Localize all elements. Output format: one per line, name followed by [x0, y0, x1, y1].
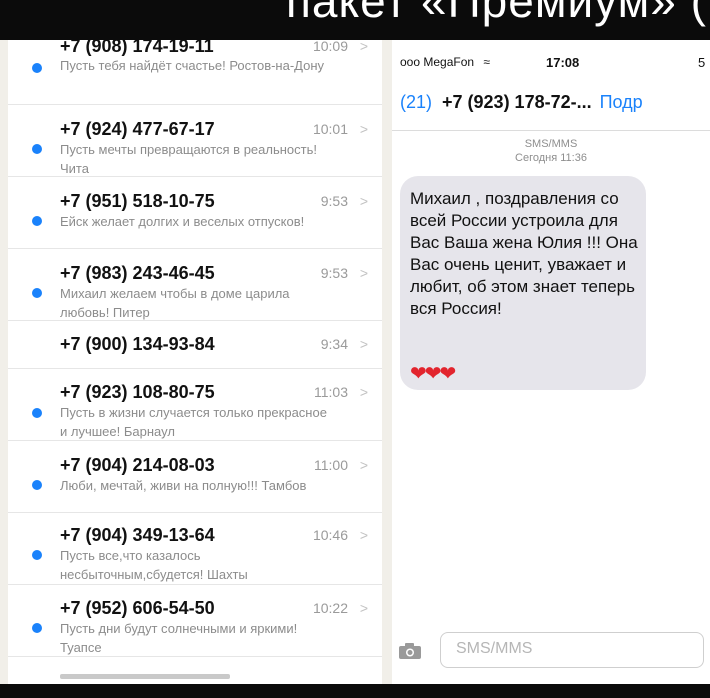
- chevron-right-icon: >: [359, 40, 368, 54]
- unread-dot-icon: [32, 550, 42, 560]
- wifi-icon: ≈: [483, 55, 490, 69]
- list-item[interactable]: +7 (952) 606-54-50 10:22 > Пусть дни буд…: [8, 584, 382, 657]
- status-time: 17:08: [546, 55, 580, 70]
- chat-screen: ooo MegaFon ≈ 17:08 5 (21) +7 (923) 178-7…: [392, 40, 710, 684]
- battery-level: 5: [698, 55, 706, 70]
- list-item[interactable]: +7 (951) 518-10-75 9:53 > Ейск желает до…: [8, 176, 382, 249]
- sender-number: +7 (983) 243-46-45: [60, 263, 215, 283]
- slide-frame: пакет «Премиум» ( +7 (908) 174-19-11 10:…: [0, 0, 710, 698]
- unread-dot-icon: [32, 623, 42, 633]
- conversation-list: +7 (908) 174-19-11 10:09 > Пусть тебя на…: [8, 40, 382, 684]
- message-time: 10:01: [312, 121, 348, 137]
- list-item[interactable]: +7 (900) 134-93-84 9:34 >: [8, 320, 382, 369]
- sender-number: +7 (924) 477-67-17: [60, 119, 215, 139]
- chevron-right-icon: >: [359, 265, 368, 281]
- message-time: 10:22: [312, 600, 348, 616]
- message-time: 11:03: [314, 384, 348, 400]
- message-preview: Пусть дни будут солнечными и яркими! Туа…: [60, 621, 298, 655]
- message-preview: Пусть в жизни случается только прекрасно…: [60, 405, 327, 439]
- chevron-right-icon: >: [359, 336, 368, 352]
- message-time: 9:53: [320, 193, 348, 209]
- message-input-placeholder: SMS/MMS: [456, 640, 533, 657]
- camera-icon[interactable]: [398, 642, 422, 660]
- slide-bottom-bar: [0, 684, 710, 698]
- message-preview: Люби, мечтай, живи на полную!!! Тамбов: [60, 478, 307, 493]
- slide-title: пакет «Премиум» (: [286, 0, 707, 27]
- message-preview: Пусть все,что казалось несбыточным,сбуде…: [60, 548, 248, 582]
- list-item[interactable]: +7 (923) 108-80-75 11:03 > Пусть в жизни…: [8, 368, 382, 441]
- message-time: 10:46: [312, 527, 348, 543]
- unread-dot-icon: [32, 216, 42, 226]
- chevron-right-icon: >: [359, 527, 368, 543]
- list-item[interactable]: +7 (908) 174-19-11 10:09 > Пусть тебя на…: [8, 40, 382, 105]
- header-divider: [392, 130, 710, 131]
- message-time: 11:00: [314, 457, 348, 473]
- status-bar: ooo MegaFon ≈: [400, 55, 490, 69]
- message-preview: Пусть тебя найдёт счастье! Ростов-на-Дон…: [60, 58, 325, 73]
- message-preview: Михаил желаем чтобы в доме царила любовь…: [60, 286, 290, 320]
- back-button[interactable]: (21): [400, 92, 432, 112]
- carrier-name: ooo MegaFon: [400, 55, 475, 69]
- unread-dot-icon: [32, 63, 42, 73]
- message-time: 9:53: [320, 265, 348, 281]
- chevron-right-icon: >: [359, 600, 368, 616]
- list-item[interactable]: +7 (904) 349-13-64 10:46 > Пусть все,что…: [8, 512, 382, 585]
- unread-dot-icon: [32, 480, 42, 490]
- chevron-right-icon: >: [359, 121, 368, 137]
- message-date-label: Сегодня 11:36: [515, 152, 587, 164]
- message-type-label: SMS/MMS: [524, 138, 578, 150]
- list-item[interactable]: +7 (904) 214-08-03 11:00 > Люби, мечтай,…: [8, 440, 382, 513]
- chevron-right-icon: >: [359, 193, 368, 209]
- sender-number: +7 (900) 134-93-84: [60, 334, 215, 354]
- unread-dot-icon: [32, 408, 42, 418]
- contact-number[interactable]: +7 (923) 178-72-...: [442, 92, 592, 112]
- sender-number: +7 (952) 606-54-50: [60, 598, 215, 618]
- chevron-right-icon: >: [359, 457, 368, 473]
- unread-dot-icon: [32, 144, 42, 154]
- message-time: 10:09: [312, 40, 348, 54]
- chat-header: (21) +7 (923) 178-72-... Подр: [400, 92, 643, 113]
- message-preview: Пусть мечты превращаются в реальность! Ч…: [60, 142, 317, 176]
- hearts-emoji: ❤❤❤: [410, 363, 456, 385]
- details-button[interactable]: Подр: [600, 92, 643, 112]
- unread-dot-icon: [32, 288, 42, 298]
- message-preview: Ейск желает долгих и веселых отпусков!: [60, 214, 305, 229]
- sender-number: +7 (908) 174-19-11: [60, 40, 214, 56]
- sender-number: +7 (923) 108-80-75: [60, 382, 215, 402]
- sender-number: +7 (904) 214-08-03: [60, 455, 215, 475]
- message-text: Михаил , поздравления со всей России уст…: [410, 189, 638, 318]
- slide-title-bar: пакет «Премиум» (: [0, 0, 710, 40]
- list-item[interactable]: +7 (983) 243-46-45 9:53 > Михаил желаем …: [8, 248, 382, 321]
- list-item[interactable]: +7 (924) 477-67-17 10:01 > Пусть мечты п…: [8, 104, 382, 177]
- message-time: 9:34: [320, 336, 348, 352]
- cut-off-list-item: [60, 674, 230, 679]
- sender-number: +7 (951) 518-10-75: [60, 191, 215, 211]
- chevron-right-icon: >: [359, 384, 368, 400]
- sender-number: +7 (904) 349-13-64: [60, 525, 215, 545]
